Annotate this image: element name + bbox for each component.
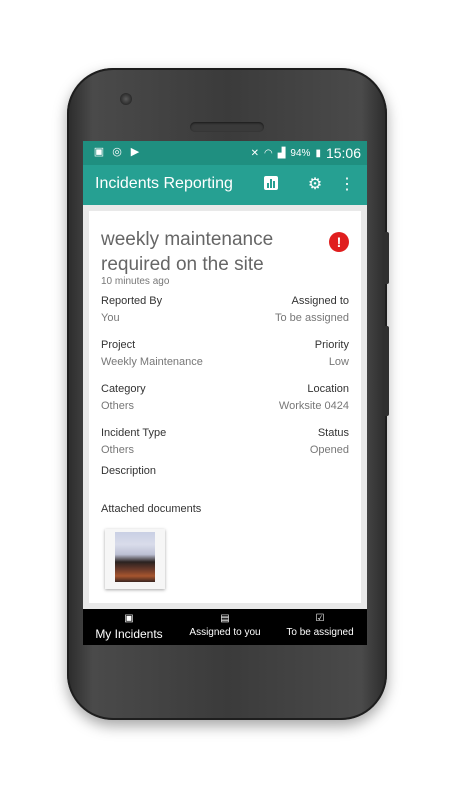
tab-to-be-assigned-label: To be assigned [286,627,354,638]
clipboard-check-icon: ☑ [315,613,325,624]
gear-icon[interactable]: ⚙ [305,175,325,195]
app-bar: Incidents Reporting ⚙ ⋮ [83,165,367,205]
description-label: Description [101,465,157,477]
tab-to-be-assigned[interactable]: ☑ To be assigned [279,609,361,645]
attachment-image [115,532,155,582]
bottom-navigation: ▣ My Incidents ▤ Assigned to you ☑ To be… [83,609,367,645]
reported-by-value: You [101,312,120,324]
tab-assigned-to-you[interactable]: ▤ Assigned to you [183,609,267,645]
status-label: Status [317,427,349,439]
battery-percent: 94% [290,147,311,159]
badge-icon: ▣ [124,613,134,624]
tab-assigned-to-you-label: Assigned to you [189,627,261,638]
mute-icon: ✕ [250,147,259,159]
tab-my-incidents-label: My Incidents [95,627,163,641]
stats-icon[interactable] [261,175,281,195]
priority-value: Low [328,356,349,368]
app-notification-icon: ▶ [130,146,140,158]
status-bar: ▣ ◎ ▶ ✕ ◠ ▟ 94% ▮ 15:06 [83,141,367,165]
incident-time: 10 minutes ago [101,276,170,287]
battery-icon: ▮ [315,147,321,159]
screen: ▣ ◎ ▶ ✕ ◠ ▟ 94% ▮ 15:06 Incidents Report… [83,141,367,645]
category-label: Category [101,383,146,395]
power-button [384,326,389,416]
location-value: Worksite 0424 [278,400,349,412]
assigned-to-label: Assigned to [291,295,349,307]
clipboard-alert-icon: ▤ [220,613,230,624]
more-options-icon[interactable]: ⋮ [337,175,357,195]
attachment-thumbnail[interactable] [105,529,165,589]
wifi-icon: ◠ [263,147,273,159]
clock: 15:06 [325,145,361,161]
signal-icon: ▟ [277,147,286,159]
status-value: Opened [309,444,349,456]
alert-icon: ! [329,232,349,252]
gallery-notification-icon: ▣ [93,146,105,158]
incident-card: weekly maintenance required on the site … [89,211,361,603]
assigned-to-value: To be assigned [275,312,349,324]
front-camera [120,93,132,105]
location-label: Location [307,383,349,395]
attached-documents-label: Attached documents [101,503,202,515]
incident-type-label: Incident Type [101,427,167,439]
project-label: Project [101,339,136,351]
volume-button [384,232,389,284]
earpiece-speaker [190,122,264,132]
project-value: Weekly Maintenance [101,356,203,368]
category-value: Others [101,400,135,412]
incident-type-value: Others [101,444,135,456]
priority-label: Priority [314,339,349,351]
tab-my-incidents[interactable]: ▣ My Incidents [91,609,167,645]
reported-by-label: Reported By [101,295,163,307]
app-title: Incidents Reporting [95,175,233,192]
incident-title: weekly maintenance required on the site [101,229,274,275]
sync-notification-icon: ◎ [112,146,122,158]
